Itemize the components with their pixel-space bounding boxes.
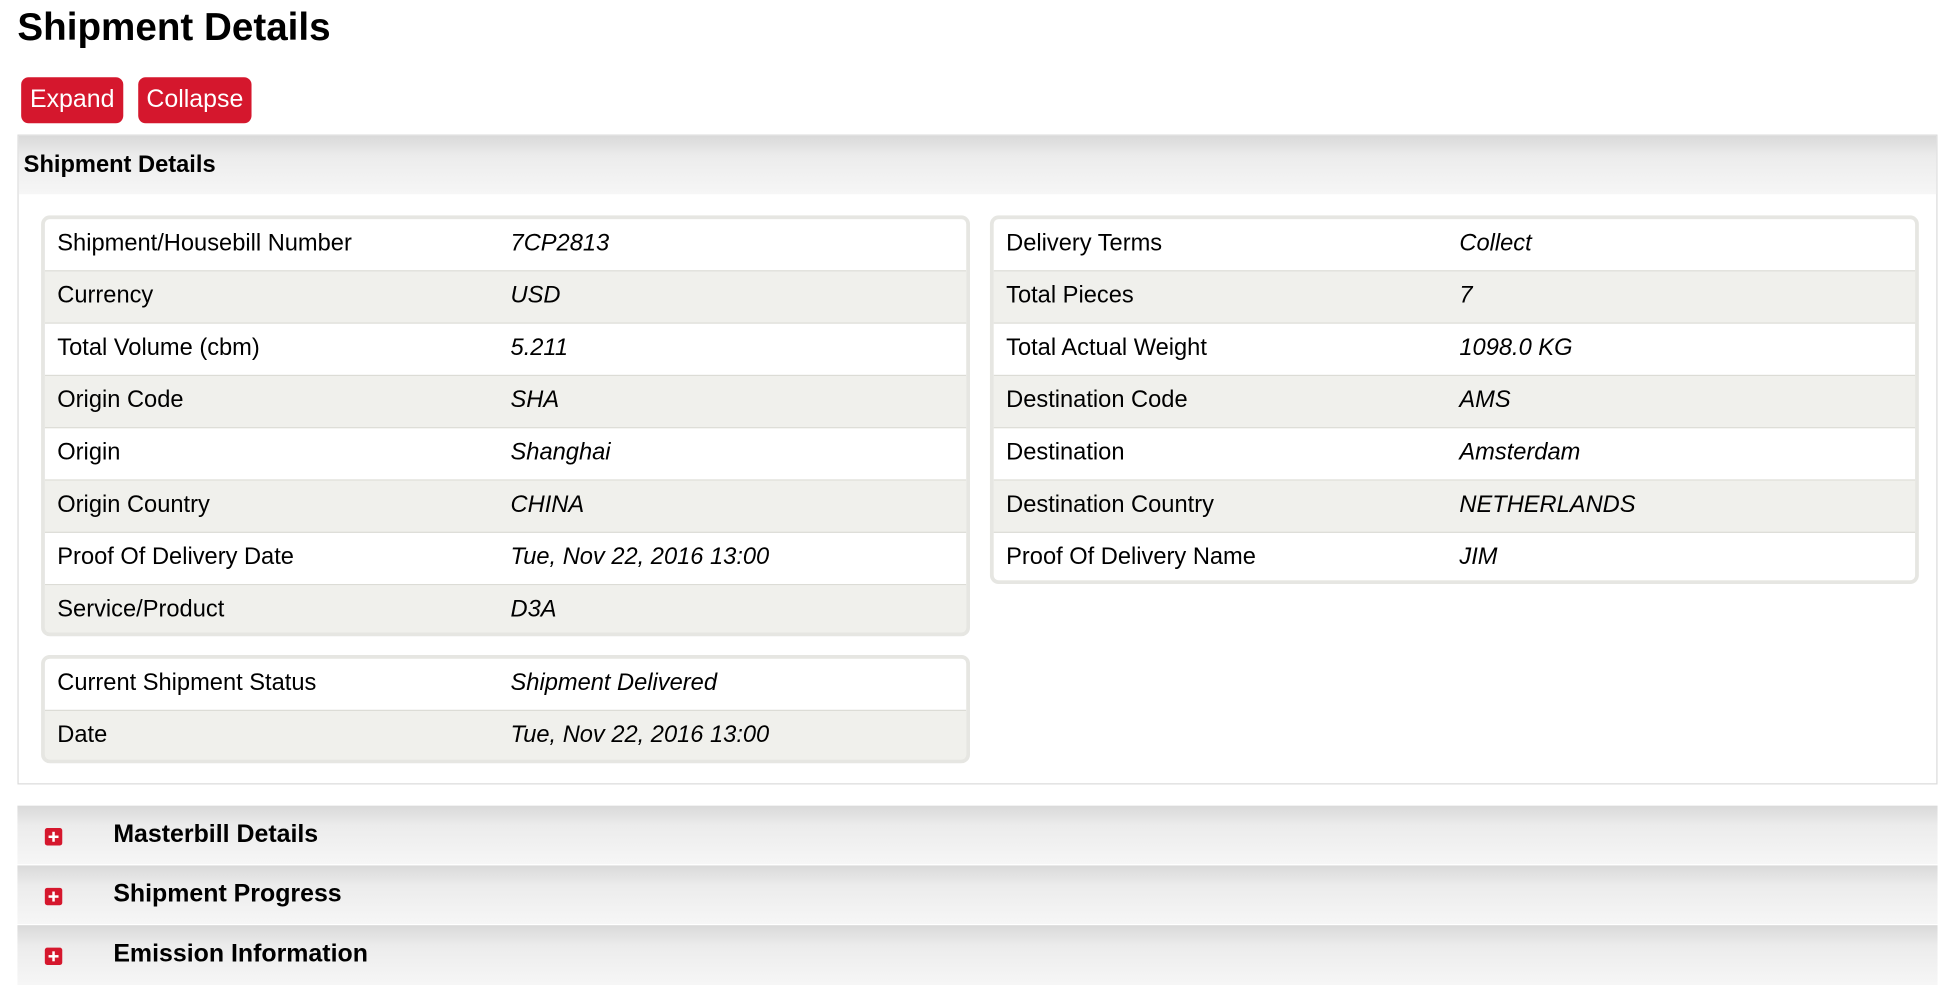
field-label: Origin Code [57, 387, 184, 414]
table-row: Date Tue, Nov 22, 2016 13:00 [44, 711, 967, 760]
plus-icon[interactable] [44, 887, 63, 906]
table-row: Total Actual Weight 1098.0 KG [993, 323, 1916, 377]
field-label: Delivery Terms [1006, 230, 1163, 257]
table-row: Proof Of Delivery Date Tue, Nov 22, 2016… [44, 532, 967, 586]
field-value: 7 [1459, 282, 1473, 309]
section-masterbill-details[interactable]: Masterbill Details [17, 805, 1938, 865]
status-card: Current Shipment Status Shipment Deliver… [41, 654, 971, 764]
field-value: Tue, Nov 22, 2016 13:00 [510, 722, 770, 749]
table-row: Shipment/Housebill Number 7CP2813 [44, 219, 967, 272]
field-label: Proof Of Delivery Name [1006, 544, 1256, 571]
field-label: Destination Country [1006, 491, 1214, 519]
delivery-info-card: Delivery Terms Collect Total Pieces 7 To… [989, 215, 1919, 584]
table-row: Origin Shanghai [44, 428, 967, 481]
section-title: Emission Information [113, 940, 368, 968]
table-row: Delivery Terms Collect [993, 219, 1916, 272]
table-row: Service/Product D3A [44, 585, 967, 633]
field-value: D3A [510, 596, 557, 623]
table-row: Origin Code SHA [44, 376, 967, 429]
field-value: Shanghai [510, 439, 611, 466]
field-value: Shipment Delivered [510, 669, 718, 697]
panel-header[interactable]: Shipment Details [18, 135, 1937, 195]
table-row: Currency USD [44, 271, 967, 324]
field-label: Date [57, 722, 108, 749]
field-value: AMS [1459, 387, 1511, 414]
table-row: Origin Country CHINA [44, 480, 967, 533]
plus-icon[interactable] [44, 947, 63, 966]
table-row: Destination Country NETHERLANDS [993, 480, 1916, 533]
field-value: USD [510, 282, 561, 309]
panel-title: Shipment Details [23, 151, 216, 179]
field-label: Total Actual Weight [1006, 334, 1207, 362]
table-row: Proof Of Delivery Name JIM [993, 532, 1916, 581]
field-value: 1098.0 KG [1459, 334, 1573, 362]
field-value: JIM [1459, 544, 1498, 571]
section-emission-information[interactable]: Emission Information [17, 925, 1938, 985]
collapse-button[interactable]: Collapse [138, 77, 252, 124]
field-value: 7CP2813 [510, 230, 610, 257]
field-label: Currency [57, 282, 154, 309]
table-row: Total Pieces 7 [993, 271, 1916, 324]
field-value: Collect [1459, 230, 1532, 257]
field-value: CHINA [510, 491, 585, 519]
field-label: Total Pieces [1006, 282, 1134, 309]
expand-button[interactable]: Expand [21, 77, 124, 124]
field-label: Origin [57, 439, 121, 466]
table-row: Total Volume (cbm) 5.211 [44, 323, 967, 377]
table-row: Current Shipment Status Shipment Deliver… [44, 658, 967, 712]
section-shipment-progress[interactable]: Shipment Progress [17, 865, 1938, 924]
page-title: Shipment Details [17, 4, 331, 49]
table-row: Destination Code AMS [993, 376, 1916, 429]
shipment-details-panel: Shipment Details Shipment/Housebill Numb… [17, 134, 1938, 785]
section-title: Shipment Progress [113, 880, 342, 908]
field-label: Destination [1006, 439, 1125, 466]
field-label: Shipment/Housebill Number [57, 230, 352, 257]
page: Shipment Details Expand Collapse Shipmen… [0, 0, 1950, 1000]
field-label: Total Volume (cbm) [57, 334, 260, 362]
section-title: Masterbill Details [113, 820, 319, 848]
field-label: Proof Of Delivery Date [57, 544, 294, 571]
field-value: Amsterdam [1459, 439, 1581, 466]
field-label: Origin Country [57, 491, 210, 519]
field-label: Current Shipment Status [57, 669, 317, 697]
field-value: SHA [510, 387, 560, 414]
field-label: Service/Product [57, 596, 225, 623]
field-value: 5.211 [510, 334, 568, 362]
plus-icon[interactable] [44, 828, 63, 846]
field-value: Tue, Nov 22, 2016 13:00 [510, 544, 770, 571]
table-row: Destination Amsterdam [993, 428, 1916, 481]
field-label: Destination Code [1006, 387, 1188, 414]
shipment-info-card: Shipment/Housebill Number 7CP2813 Curren… [41, 215, 971, 637]
field-value: NETHERLANDS [1459, 491, 1636, 519]
